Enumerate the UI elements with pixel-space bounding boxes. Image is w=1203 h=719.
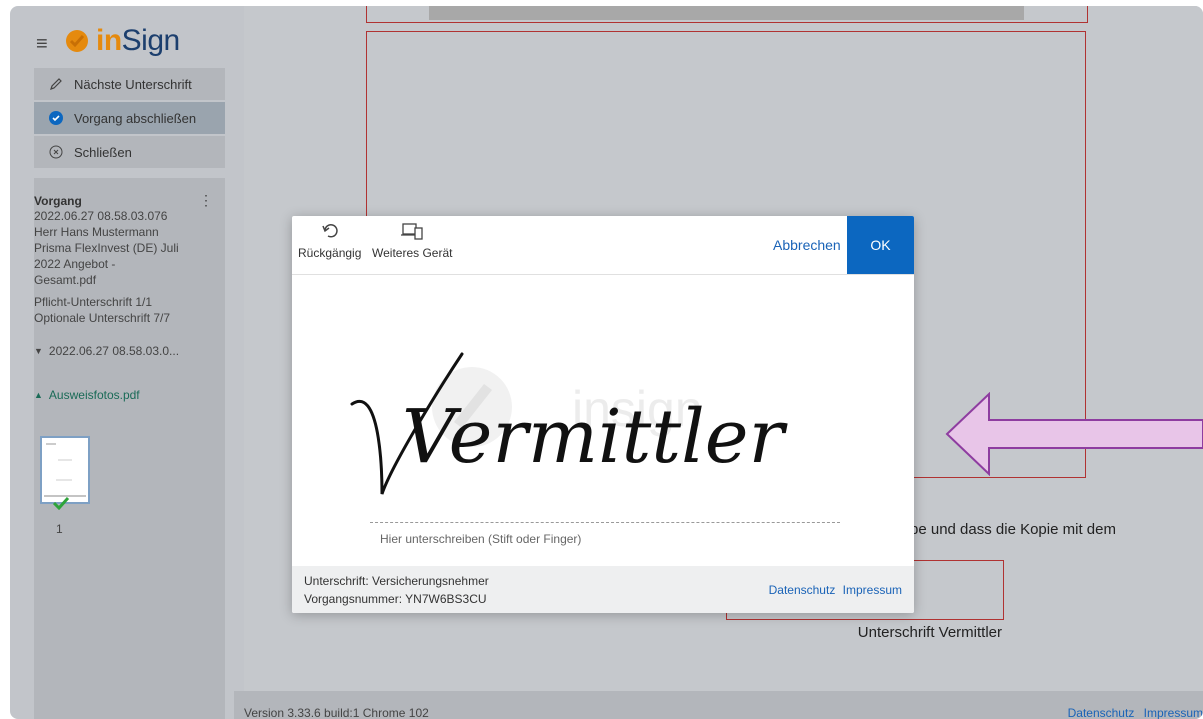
dialog-toolbar: Rückgängig Weiteres Gerät Abbrechen OK [292, 216, 914, 275]
signature-canvas[interactable]: insign Vermittler Hier unterschreiben (S… [292, 274, 914, 566]
footer-bar: Version 3.33.6 build:1 Chrome 102 Datens… [234, 691, 1203, 719]
document-group-label: 2022.06.27 08.58.03.0... [48, 344, 180, 358]
close-button[interactable]: Schließen [34, 136, 225, 168]
process-line: Prisma FlexInvest (DE) Juli [34, 241, 179, 255]
thumbnail-preview [44, 443, 86, 497]
undo-icon [321, 224, 338, 238]
caret-up-icon: ▲ [34, 390, 43, 400]
logo-sign-text: Sign [121, 24, 181, 57]
dialog-imprint-link[interactable]: Impressum [843, 583, 902, 597]
app-logo: inSign [64, 24, 180, 58]
footer-links: Datenschutz Impressum [1068, 706, 1203, 719]
undo-label: Rückgängig [298, 246, 362, 260]
id-photos-toggle[interactable]: ▲ Ausweisfotos.pdf [34, 388, 204, 402]
document-field-top [366, 6, 1088, 23]
complete-process-label: Vorgang abschließen [74, 110, 197, 126]
next-signature-button[interactable]: Nächste Unterschrift [34, 68, 225, 100]
signer-role: Unterschrift: Versicherungsnehmer [304, 574, 489, 588]
required-signature-status: Pflicht-Unterschrift 1/1 [34, 295, 153, 309]
process-panel: Vorgang 2022.06.27 08.58.03.076 Herr Han… [34, 178, 225, 719]
id-photos-label: Ausweisfotos.pdf [48, 388, 140, 402]
process-title: Vorgang [34, 194, 82, 208]
other-device-button[interactable]: Weiteres Gerät [372, 222, 452, 260]
logo-in-text: in [96, 24, 122, 57]
devices-icon [401, 223, 423, 240]
caret-down-icon: ▼ [34, 346, 43, 356]
sidebar-menu: Nächste Unterschrift Vorgang abschließen… [34, 68, 225, 170]
signature-text: Vermittler [402, 394, 789, 480]
page-thumbnail[interactable] [40, 436, 90, 504]
process-line: Herr Hans Mustermann [34, 225, 159, 239]
process-info: Vorgang 2022.06.27 08.58.03.076 Herr Han… [34, 194, 204, 402]
signature-baseline [370, 522, 840, 523]
hamburger-menu-icon[interactable]: ≡ [36, 33, 48, 56]
app-window: ≡ inSign Nächste Unterschrift Vorgang ab… [10, 6, 1203, 719]
check-circle-icon [48, 111, 64, 125]
dialog-footer: Unterschrift: Versicherungsnehmer Vorgan… [292, 566, 914, 613]
logo-check-icon [66, 30, 88, 52]
optional-signature-status: Optionale Unterschrift 7/7 [34, 311, 171, 325]
document-group-toggle[interactable]: ▼ 2022.06.27 08.58.03.0... [34, 344, 204, 358]
signature-dialog: Rückgängig Weiteres Gerät Abbrechen OK i… [292, 216, 914, 613]
page-check-icon [52, 496, 70, 510]
process-line: Gesamt.pdf [34, 273, 97, 287]
next-signature-label: Nächste Unterschrift [74, 76, 192, 92]
version-info: Version 3.33.6 build:1 Chrome 102 [244, 706, 429, 719]
signature-field-label: Unterschrift Vermittler [857, 624, 1002, 641]
close-circle-icon [48, 145, 64, 159]
close-label: Schließen [74, 144, 132, 160]
document-text-fragment: be und dass die Kopie mit dem [910, 521, 1116, 538]
undo-button[interactable]: Rückgängig [298, 222, 361, 260]
process-line: 2022.06.27 08.58.03.076 [34, 209, 168, 223]
more-options-icon[interactable]: ⋮ [199, 192, 213, 209]
signature-hint: Hier unterschreiben (Stift oder Finger) [380, 532, 582, 546]
dialog-footer-links: Datenschutz Impressum [769, 583, 902, 597]
sidebar-header: ≡ inSign [10, 6, 235, 62]
cancel-button[interactable]: Abbrechen [773, 237, 841, 253]
pen-icon [48, 77, 64, 91]
other-device-label: Weiteres Gerät [372, 246, 453, 260]
process-line: 2022 Angebot - [34, 257, 116, 271]
footer-privacy-link[interactable]: Datenschutz [1068, 706, 1135, 719]
page-number: 1 [56, 522, 63, 536]
footer-imprint-link[interactable]: Impressum [1144, 706, 1203, 719]
ok-button[interactable]: OK [847, 216, 914, 274]
process-number: Vorgangsnummer: YN7W6BS3CU [304, 592, 487, 606]
pointer-arrow-icon [945, 392, 1203, 476]
signature-strokes: Vermittler [350, 352, 789, 495]
dialog-privacy-link[interactable]: Datenschutz [769, 583, 836, 597]
complete-process-button[interactable]: Vorgang abschließen [34, 102, 225, 134]
